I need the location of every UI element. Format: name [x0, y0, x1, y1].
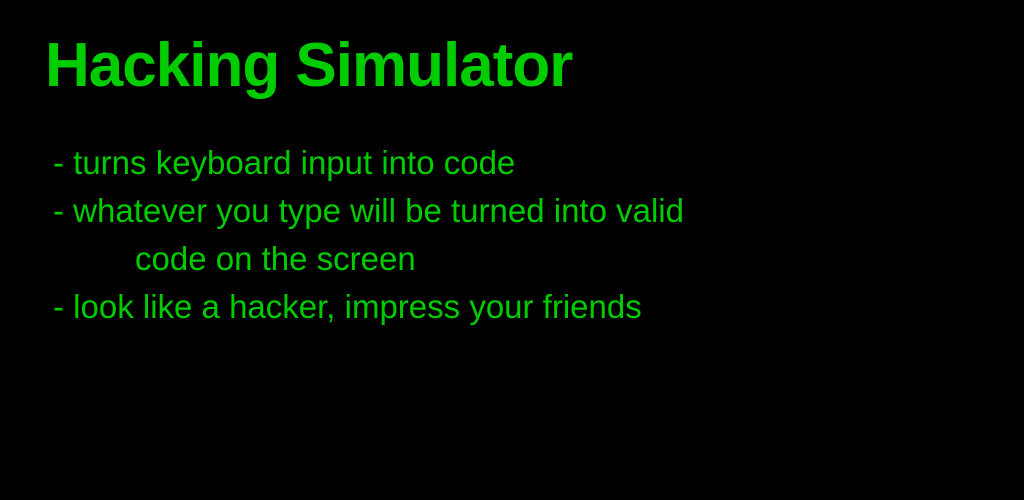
feature-item: - look like a hacker, impress your frien…: [53, 283, 979, 331]
feature-item-continuation: code on the screen: [53, 235, 979, 283]
feature-item: - whatever you type will be turned into …: [53, 187, 979, 235]
app-title: Hacking Simulator: [45, 30, 979, 101]
feature-list: - turns keyboard input into code - whate…: [45, 139, 979, 330]
promo-panel: Hacking Simulator - turns keyboard input…: [0, 0, 1024, 360]
feature-item: - turns keyboard input into code: [53, 139, 979, 187]
